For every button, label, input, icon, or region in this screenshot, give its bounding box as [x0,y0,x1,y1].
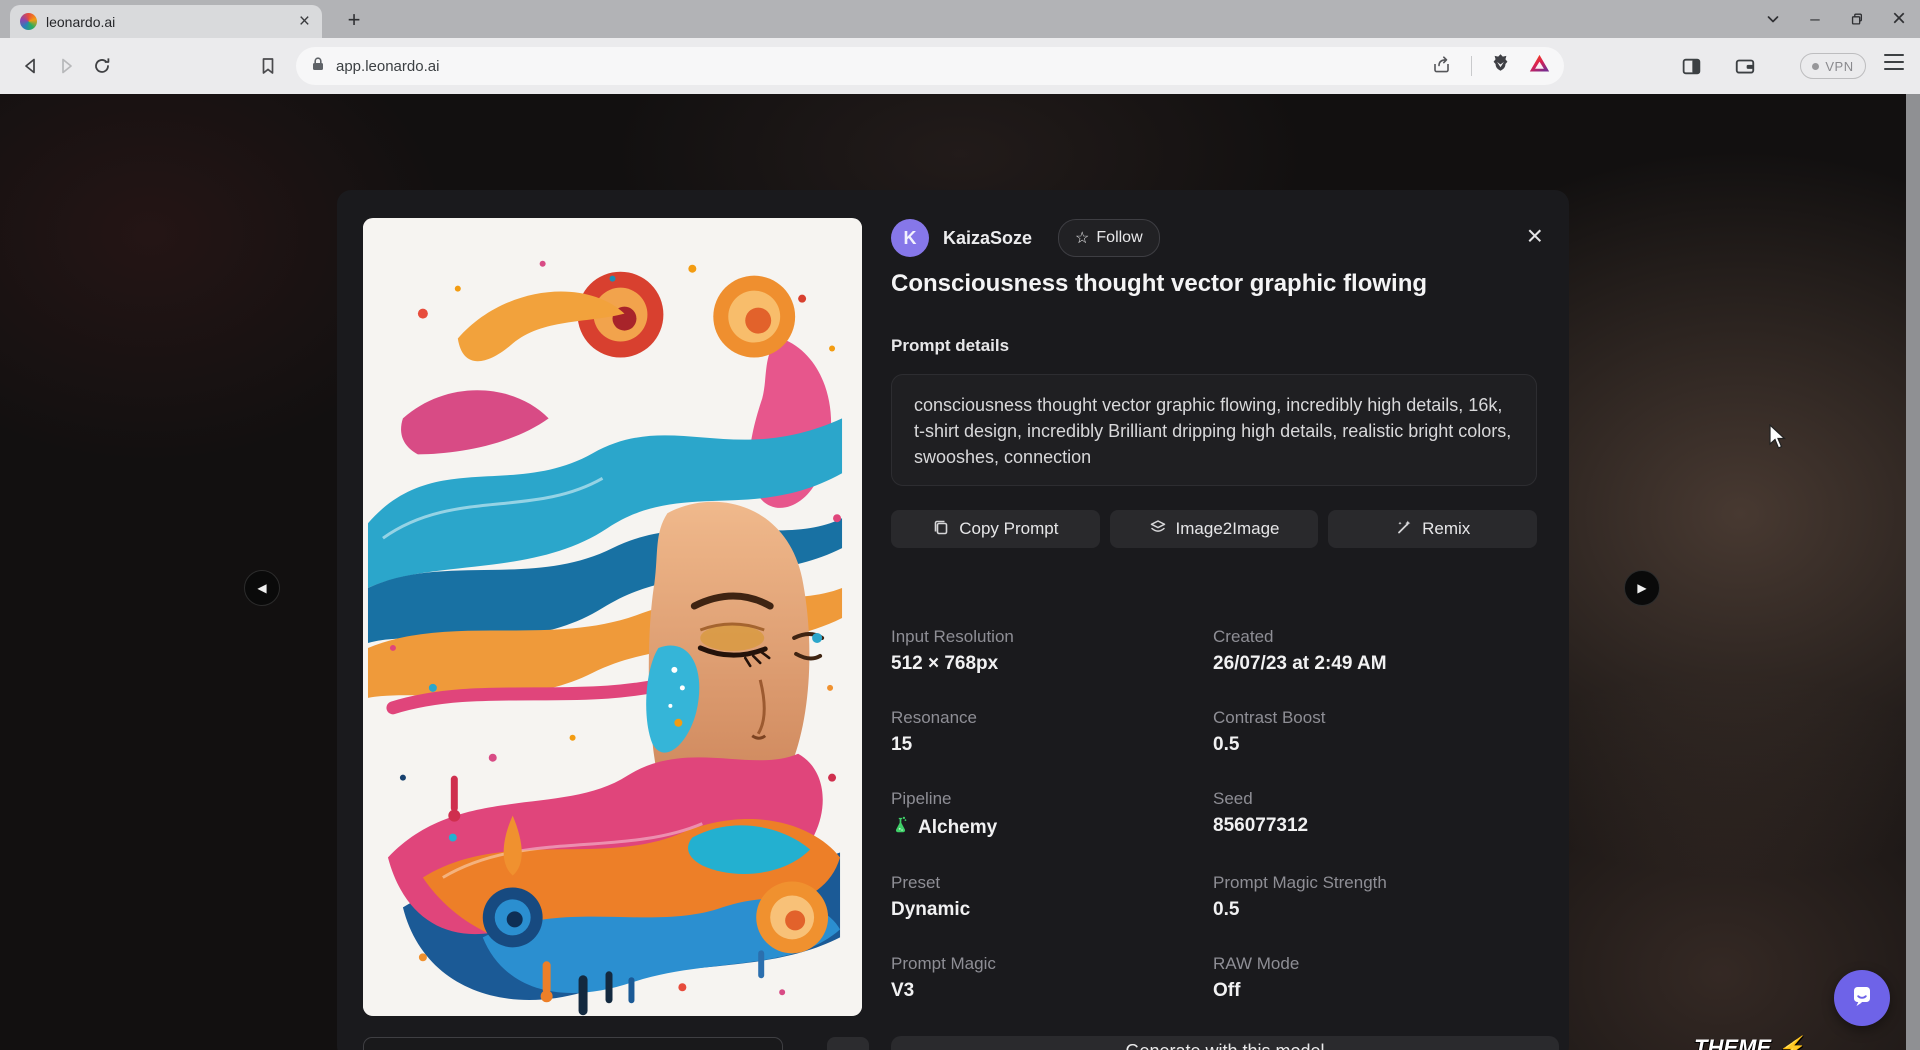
menu-icon[interactable] [1884,54,1904,70]
sidebar-toggle-icon[interactable] [1673,48,1709,84]
wallet-icon[interactable] [1727,48,1763,84]
url-text[interactable]: app.leonardo.ai [336,58,1431,75]
prompt-input-stub[interactable] [363,1037,783,1050]
image-detail-modal: K KaizaSoze ☆ Follow × Consciousness tho… [337,190,1569,1050]
url-bar[interactable]: app.leonardo.ai [296,47,1564,85]
previous-image-button[interactable]: ◀ [244,570,280,606]
generation-details-grid: Input Resolution 512 × 768px Created 26/… [891,627,1537,1002]
browser-toolbar: app.leonardo.ai VPN [0,38,1920,94]
detail-prompt-magic-strength: Prompt Magic Strength 0.5 [1213,873,1537,921]
copy-prompt-button[interactable]: Copy Prompt [891,510,1100,548]
star-icon: ☆ [1075,228,1089,248]
minimize-button[interactable]: – [1794,0,1836,38]
toolbar-divider [1471,56,1472,76]
window-controls: – × [1752,0,1920,38]
browser-tab[interactable]: leonardo.ai × [10,5,322,38]
detail-preset: Preset Dynamic [891,873,1213,921]
vpn-badge[interactable]: VPN [1800,53,1866,79]
creator-row: K KaizaSoze ☆ Follow [891,218,1160,258]
prompt-details-heading: Prompt details [891,336,1009,356]
detail-pipeline: Pipeline Alchemy [891,789,1213,840]
bookmark-icon[interactable] [250,48,286,84]
detail-input-resolution: Input Resolution 512 × 768px [891,627,1213,675]
layers-icon [1149,518,1167,541]
brave-rewards-bat-icon[interactable] [1529,54,1550,78]
new-tab-button[interactable]: + [338,6,370,34]
modal-close-icon[interactable]: × [1527,222,1543,250]
page-viewport: K KaizaSoze ☆ Follow × Consciousness tho… [0,94,1920,1050]
image2image-button[interactable]: Image2Image [1110,510,1319,548]
generate-with-model-button[interactable]: Generate with this model [891,1036,1559,1050]
wand-icon [1395,518,1413,541]
copy-icon [932,518,950,541]
remix-button[interactable]: Remix [1328,510,1537,548]
detail-seed: Seed 856077312 [1213,789,1537,840]
reload-button[interactable] [84,48,120,84]
clipped-caption: THEME ⚡ [1694,1035,1805,1050]
page-scrollbar[interactable] [1906,94,1920,1050]
brave-shields-lion-icon[interactable] [1490,53,1511,79]
tab-strip: leonardo.ai × + – × [0,0,1920,38]
prompt-input-button-stub[interactable] [827,1037,869,1050]
action-buttons-row: Copy Prompt Image2Image Remix [891,510,1537,548]
detail-created: Created 26/07/23 at 2:49 AM [1213,627,1537,675]
tab-close-icon[interactable]: × [297,12,312,31]
vpn-label: VPN [1825,59,1853,74]
support-chat-button[interactable] [1834,970,1890,1026]
creator-name[interactable]: KaizaSoze [943,228,1032,249]
follow-button[interactable]: ☆ Follow [1058,219,1160,257]
detail-resonance: Resonance 15 [891,708,1213,756]
chat-icon [1848,982,1876,1015]
forward-button[interactable] [48,48,84,84]
arrow-left-icon: ◀ [257,581,266,595]
detail-contrast-boost: Contrast Boost 0.5 [1213,708,1537,756]
window-close-button[interactable]: × [1878,0,1920,38]
next-image-button[interactable]: ▶ [1624,570,1660,606]
image-title: Consciousness thought vector graphic flo… [891,270,1551,298]
mouse-cursor [1768,424,1792,455]
prompt-text-box[interactable]: consciousness thought vector graphic flo… [891,374,1537,486]
detail-raw-mode: RAW Mode Off [1213,954,1537,1002]
maximize-button[interactable] [1836,0,1878,38]
detail-prompt-magic: Prompt Magic V3 [891,954,1213,1002]
arrow-right-icon: ▶ [1637,581,1646,595]
leonardo-favicon-icon [20,13,37,30]
tab-title: leonardo.ai [46,14,288,30]
lock-icon [310,56,326,77]
vpn-status-dot-icon [1812,63,1819,70]
avatar[interactable]: K [891,219,929,257]
alchemy-flask-icon [891,815,910,840]
tab-search-chevron-icon[interactable] [1752,0,1794,38]
back-button[interactable] [13,48,49,84]
share-icon[interactable] [1431,53,1453,80]
generated-image[interactable] [363,218,862,1016]
